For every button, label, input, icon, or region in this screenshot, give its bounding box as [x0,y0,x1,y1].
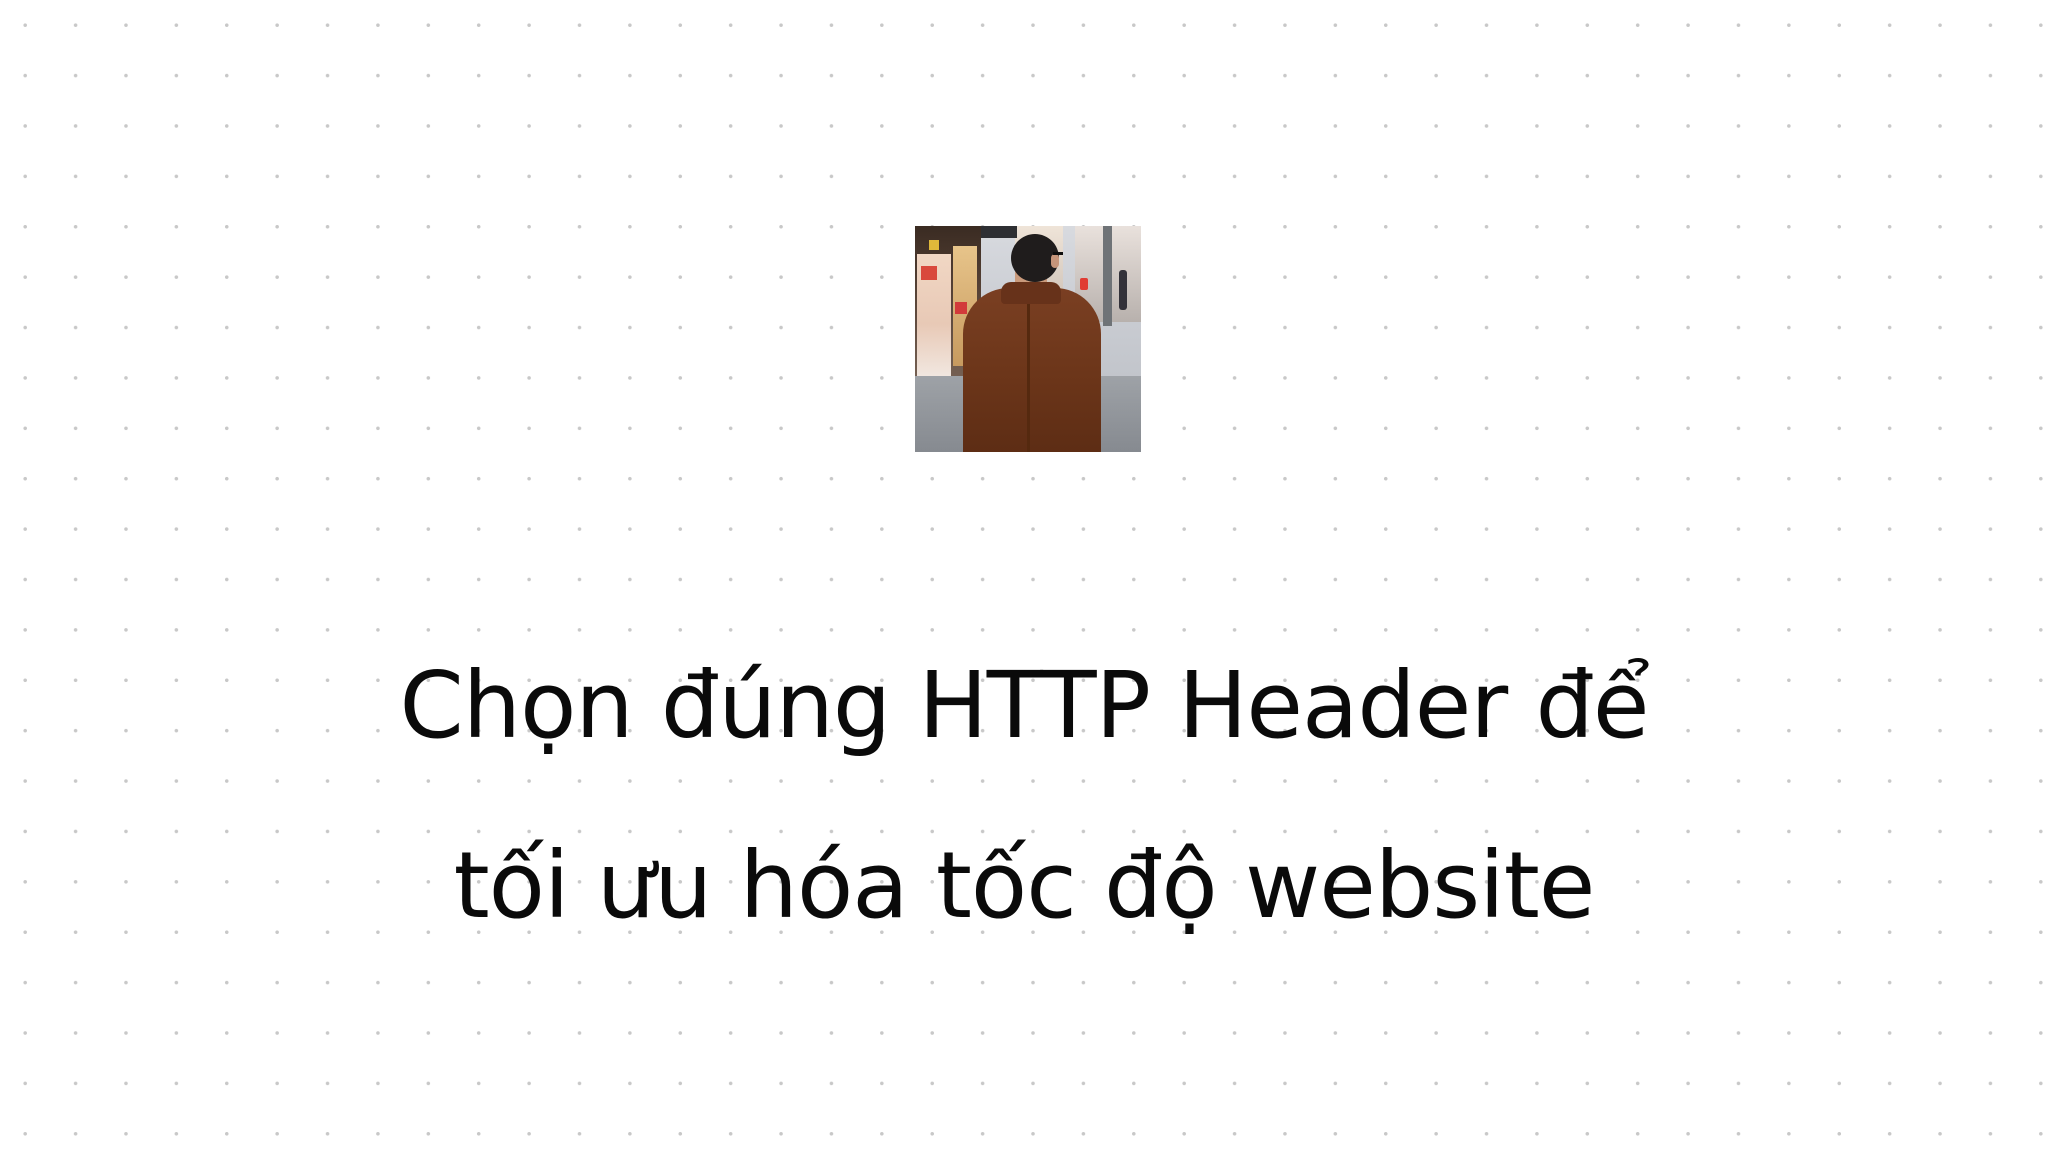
author-avatar [915,226,1141,452]
social-share-card: Chọn đúng HTTP Header để tối ưu hóa tốc … [0,0,2048,1170]
article-title-line-1: Chọn đúng HTTP Header để [399,652,1650,759]
article-title: Chọn đúng HTTP Header để tối ưu hóa tốc … [0,616,2048,976]
article-title-line-2: tối ưu hóa tốc độ website [453,832,1596,939]
